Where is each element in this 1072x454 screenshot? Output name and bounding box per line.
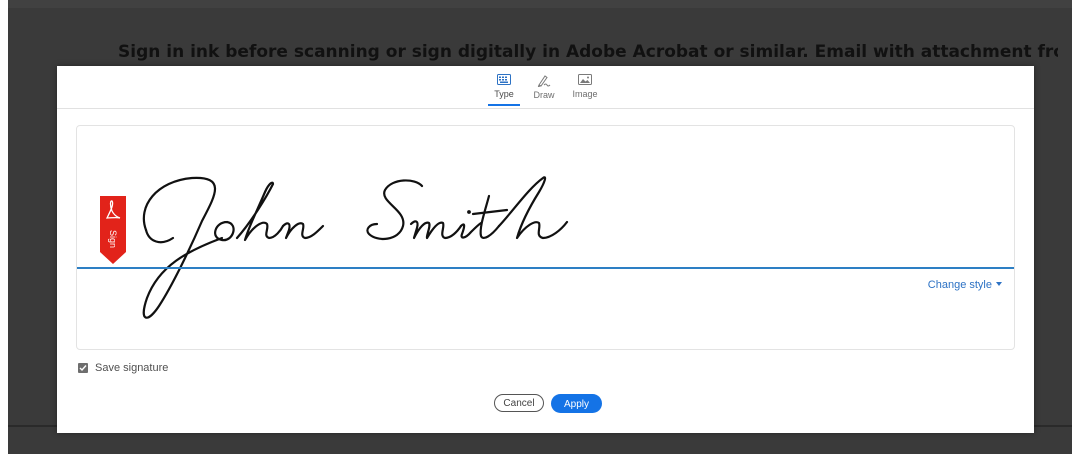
tab-type[interactable]: Type <box>484 72 524 106</box>
active-tab-indicator <box>488 104 520 106</box>
tab-image-label: Image <box>572 89 598 99</box>
signature-mode-tabs: Type Draw Image <box>57 66 1034 109</box>
checkmark-icon <box>79 365 87 372</box>
apply-button[interactable]: Apply <box>551 394 602 413</box>
pen-icon <box>537 75 551 87</box>
sign-flag-label: Sign <box>108 229 118 248</box>
cancel-button[interactable]: Cancel <box>494 394 544 412</box>
keyboard-icon <box>497 74 511 85</box>
save-signature-label: Save signature <box>95 362 169 374</box>
window-edge <box>0 0 8 454</box>
change-style-label: Change style <box>927 279 992 291</box>
change-style-button[interactable]: Change style <box>928 279 1002 291</box>
tab-image[interactable]: Image <box>565 72 605 106</box>
signature-image <box>142 176 569 319</box>
signature-baseline <box>77 267 1014 269</box>
save-signature-checkbox[interactable] <box>78 363 88 373</box>
tab-draw-label: Draw <box>533 90 555 100</box>
tab-type-label: Type <box>494 89 514 99</box>
tab-draw[interactable]: Draw <box>524 72 564 106</box>
document-heading: Sign in ink before scanning or sign digi… <box>118 42 1058 62</box>
signature-dialog: Type Draw Image Sign Change style Save s… <box>57 66 1034 433</box>
chevron-down-icon <box>996 282 1002 286</box>
signature-canvas[interactable]: Sign Change style <box>76 125 1015 350</box>
image-icon <box>578 74 592 85</box>
